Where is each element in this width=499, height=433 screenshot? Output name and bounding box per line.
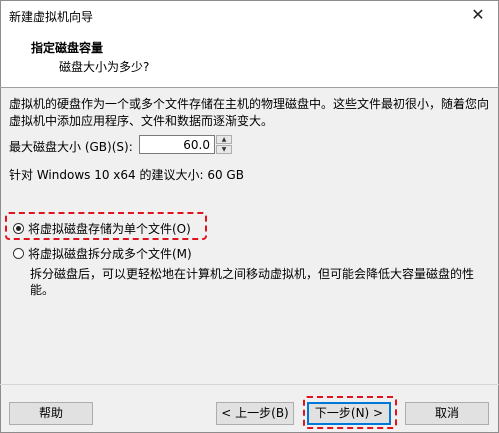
window-title: 新建虚拟机向导 (9, 10, 94, 24)
recommended-size: 针对 Windows 10 x64 的建议大小: 60 GB (9, 168, 244, 182)
radio-checked-icon[interactable] (13, 223, 24, 234)
spin-up-icon[interactable]: ▲ (216, 135, 232, 144)
wizard-header: 指定磁盘容量 磁盘大小为多少? (0, 29, 499, 87)
disk-size-input[interactable] (139, 135, 215, 154)
radio-split-files[interactable]: 将虚拟磁盘拆分成多个文件(M) (13, 245, 192, 262)
close-icon[interactable]: ✕ (468, 5, 488, 25)
disk-description: 虚拟机的硬盘作为一个或多个文件存储在主机的物理磁盘中。这些文件最初很小，随着您向… (9, 97, 490, 128)
radio-unchecked-icon[interactable] (13, 248, 24, 259)
radio-single-file[interactable]: 将虚拟磁盘存储为单个文件(O) (13, 220, 191, 237)
disk-size-spinner[interactable]: ▲ ▼ (216, 135, 232, 154)
footer-divider (0, 384, 499, 385)
page-title: 指定磁盘容量 (31, 41, 104, 55)
split-description: 拆分磁盘后，可以更轻松地在计算机之间移动虚拟机，但可能会降低大容量磁盘的性能。 (30, 267, 475, 297)
title-bar: 新建虚拟机向导 ✕ (0, 0, 499, 30)
next-button[interactable]: 下一步(N) > (307, 402, 391, 425)
page-subtitle: 磁盘大小为多少? (59, 60, 150, 74)
radio-split-files-label: 将虚拟磁盘拆分成多个文件(M) (28, 247, 192, 261)
spin-down-icon[interactable]: ▼ (216, 145, 232, 154)
help-button[interactable]: 帮助 (9, 402, 93, 425)
disk-size-label: 最大磁盘大小 (GB)(S): (9, 140, 133, 154)
cancel-button[interactable]: 取消 (405, 402, 489, 425)
radio-single-file-label: 将虚拟磁盘存储为单个文件(O) (28, 222, 191, 236)
back-button[interactable]: < 上一步(B) (216, 402, 294, 425)
